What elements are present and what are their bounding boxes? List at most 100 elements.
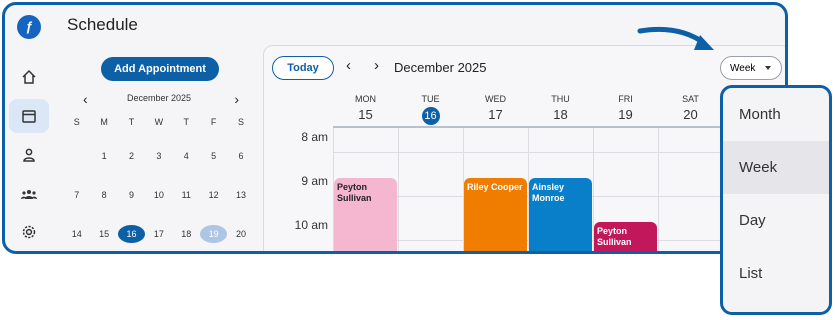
mini-calendar: ‹ December 2025 › S M T W T F S 1 2 3 4 … — [63, 89, 255, 244]
rail-item-settings[interactable] — [9, 215, 49, 249]
app-logo: ƒ — [17, 15, 41, 39]
today-button[interactable]: Today — [272, 56, 334, 80]
mini-week-row: 7 8 9 10 11 12 13 — [63, 185, 255, 205]
day-header-date: 19 — [618, 107, 633, 122]
mini-day[interactable]: 9 — [118, 190, 145, 200]
mini-day-today[interactable]: 16 — [117, 225, 146, 243]
next-week-button[interactable]: › — [374, 57, 379, 74]
event-title: Ainsley Monroe — [532, 182, 565, 203]
date-range-label: December 2025 — [394, 60, 487, 75]
view-select[interactable]: Week — [720, 56, 782, 80]
mini-day-number: 15 — [99, 229, 110, 239]
mini-day[interactable]: 17 — [145, 225, 172, 243]
day-header-date: 15 — [358, 107, 373, 122]
view-option-week[interactable]: Week — [723, 141, 829, 194]
mini-calendar-month: December 2025 — [126, 93, 192, 103]
day-header[interactable]: WED 17 — [463, 92, 528, 122]
page-title: Schedule — [67, 15, 138, 34]
mini-day[interactable]: 1 — [90, 151, 117, 161]
day-header[interactable]: FRI 19 — [593, 92, 658, 122]
today-marker: 16 — [117, 225, 146, 243]
mini-day[interactable]: 20 — [227, 225, 254, 243]
time-label: 8 am — [301, 130, 328, 144]
mini-day-number: 14 — [71, 229, 82, 239]
mini-day[interactable]: 11 — [173, 190, 200, 200]
rail-item-person[interactable] — [9, 138, 49, 172]
time-label: 10 am — [294, 218, 328, 232]
caret-down-icon — [765, 66, 771, 70]
mini-day[interactable]: 7 — [63, 190, 90, 200]
day-header-date: 20 — [683, 107, 698, 122]
mini-day[interactable]: 13 — [227, 190, 254, 200]
calendar-icon — [22, 110, 36, 123]
mini-day[interactable]: 18 — [173, 225, 200, 243]
mini-day[interactable]: 12 — [200, 190, 227, 200]
mini-calendar-header: ‹ December 2025 › — [63, 89, 255, 109]
rail-item-calendar[interactable] — [9, 99, 49, 133]
rail-item-home[interactable] — [9, 60, 49, 94]
nav-rail: ƒ — [5, 5, 53, 251]
event-title: Peyton Sullivan — [337, 182, 372, 203]
prev-week-button[interactable]: ‹ — [346, 57, 351, 74]
event-card[interactable]: Peyton Sullivan — [594, 222, 657, 251]
mini-day[interactable]: 4 — [173, 151, 200, 161]
weekday-label: S — [238, 117, 245, 127]
day-header-weekday: WED — [485, 94, 506, 104]
add-appointment-button[interactable]: Add Appointment — [101, 57, 219, 81]
weekday-label: T — [183, 117, 190, 127]
view-select-value: Week — [730, 62, 756, 74]
view-dropdown-menu: Month Week Day List — [720, 85, 832, 315]
day-header[interactable]: MON 15 — [333, 92, 398, 122]
pointer-arrow-icon — [637, 26, 714, 50]
mini-day-number: 20 — [236, 229, 247, 239]
day-divider — [398, 128, 399, 251]
mini-day[interactable]: 10 — [145, 190, 172, 200]
week-calendar: Today ‹ › December 2025 Week MON 15 TUE … — [263, 45, 785, 251]
mini-day[interactable]: 14 — [63, 225, 90, 243]
day-header-today[interactable]: TUE 16 — [398, 92, 463, 125]
event-title: Riley Cooper — [467, 182, 523, 192]
mini-day[interactable]: 8 — [90, 190, 117, 200]
time-grid: 8 am 9 am 10 am Peyton Sullivan Riley Co… — [264, 128, 785, 251]
event-card[interactable]: Riley Cooper — [464, 178, 527, 251]
weekday-label: S — [73, 117, 80, 127]
day-header-weekday: MON — [355, 94, 376, 104]
day-header-weekday: THU — [551, 94, 570, 104]
day-header-weekday: TUE — [421, 94, 440, 104]
day-header-date: 18 — [553, 107, 568, 122]
mini-day-number: 17 — [153, 229, 164, 239]
weekday-label: W — [154, 117, 164, 127]
mini-day[interactable]: 3 — [145, 151, 172, 161]
mini-weekday-row: S M T W T F S — [63, 117, 255, 127]
mini-day[interactable]: 2 — [118, 151, 145, 161]
day-header[interactable]: SAT 20 — [658, 92, 723, 122]
rail-item-group[interactable] — [9, 177, 49, 211]
event-title: Peyton Sullivan — [597, 226, 632, 247]
mini-week-row: 14 15 16 17 18 19 20 — [63, 224, 255, 244]
mini-day[interactable]: 5 — [200, 151, 227, 161]
mini-day[interactable]: 6 — [227, 151, 254, 161]
event-card[interactable]: Peyton Sullivan — [334, 178, 397, 251]
gear-icon — [22, 225, 36, 239]
event-card[interactable]: Ainsley Monroe — [529, 178, 592, 251]
day-header[interactable]: THU 18 — [528, 92, 593, 122]
weekday-label: T — [128, 117, 135, 127]
home-icon — [22, 69, 36, 84]
day-divider — [658, 128, 659, 251]
mini-day-selected[interactable]: 19 — [199, 225, 228, 243]
weekday-label: M — [100, 117, 108, 127]
day-header-weekday: FRI — [618, 94, 633, 104]
view-option-month[interactable]: Month — [723, 88, 829, 141]
view-option-list[interactable]: List — [723, 247, 829, 300]
day-header-weekday: SAT — [682, 94, 699, 104]
view-option-day[interactable]: Day — [723, 194, 829, 247]
mini-next-month-button[interactable]: › — [234, 91, 239, 107]
time-label: 9 am — [301, 174, 328, 188]
group-icon — [21, 190, 37, 199]
mini-day-number: 18 — [181, 229, 192, 239]
weekday-label: F — [210, 117, 217, 127]
day-header-date: 17 — [488, 107, 503, 122]
mini-week-row: 1 2 3 4 5 6 — [63, 146, 255, 166]
mini-day[interactable]: 15 — [90, 225, 117, 243]
person-icon — [23, 148, 35, 162]
